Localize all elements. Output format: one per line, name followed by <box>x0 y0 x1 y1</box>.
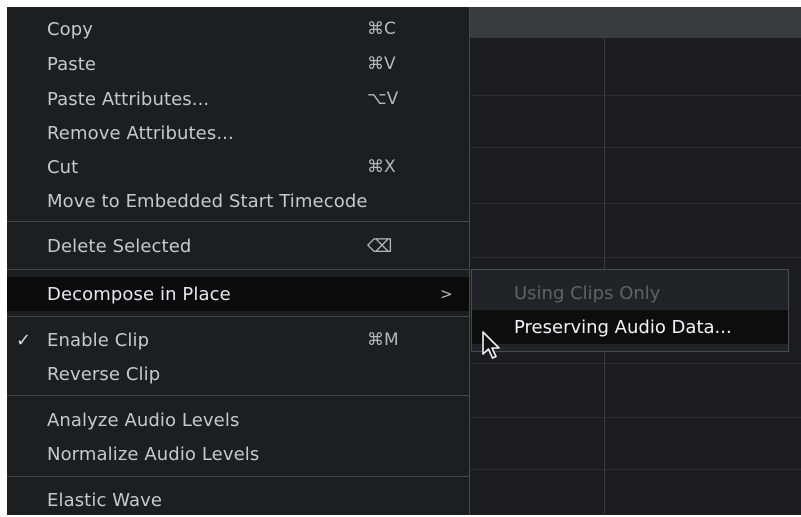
menu-item-label: Reverse Clip <box>47 363 161 385</box>
menu-item-remove-attributes[interactable]: Remove Attributes... <box>7 116 469 150</box>
menu-item-label: Move to Embedded Start Timecode <box>47 190 368 212</box>
menu-item-label: Enable Clip <box>47 329 150 351</box>
menu-item-label: Delete Selected <box>47 235 192 257</box>
grid-line <box>604 7 605 515</box>
menu-item-paste-attributes[interactable]: Paste Attributes... ⌥V <box>7 82 469 116</box>
checkmark-icon: ✓ <box>16 329 32 351</box>
menu-item-elastic-wave[interactable]: Elastic Wave <box>7 483 469 517</box>
submenu-item-using-clips-only: Using Clips Only <box>472 276 788 310</box>
submenu-item-label: Preserving Audio Data... <box>514 317 732 338</box>
menu-item-delete-selected[interactable]: Delete Selected ⌫ <box>7 229 469 263</box>
context-menu: Copy ⌘C Paste ⌘V Paste Attributes... ⌥V … <box>7 7 470 515</box>
menu-item-copy[interactable]: Copy ⌘C <box>7 12 469 46</box>
menu-separator <box>7 269 469 270</box>
delete-key-icon: ⌫ <box>367 235 393 257</box>
menu-item-decompose-in-place[interactable]: Decompose in Place > <box>7 277 469 311</box>
menu-item-shortcut: ⌘V <box>367 54 396 74</box>
menu-item-label: Cut <box>47 156 79 178</box>
menu-item-normalize-audio-levels[interactable]: Normalize Audio Levels <box>7 437 469 471</box>
menu-separator <box>7 476 469 477</box>
chevron-right-icon: > <box>440 285 453 303</box>
menu-item-label: Paste Attributes... <box>47 88 210 110</box>
menu-item-paste[interactable]: Paste ⌘V <box>7 47 469 81</box>
menu-item-label: Copy <box>47 18 94 40</box>
menu-separator <box>7 221 469 222</box>
menu-item-shortcut: ⌘M <box>367 330 399 350</box>
menu-item-label: Paste <box>47 53 97 75</box>
menu-item-shortcut: ⌘C <box>367 19 396 39</box>
menu-separator <box>7 395 469 396</box>
menu-item-shortcut: ⌘X <box>367 157 396 177</box>
menu-item-label: Normalize Audio Levels <box>47 443 260 465</box>
menu-item-reverse-clip[interactable]: Reverse Clip <box>7 357 469 391</box>
menu-item-shortcut: ⌥V <box>367 89 399 109</box>
menu-item-move-to-embedded-start-timecode[interactable]: Move to Embedded Start Timecode <box>7 184 469 218</box>
menu-item-label: Remove Attributes... <box>47 122 234 144</box>
mouse-pointer-icon <box>482 331 500 359</box>
submenu-item-label: Using Clips Only <box>514 283 661 304</box>
menu-item-enable-clip[interactable]: ✓ Enable Clip ⌘M <box>7 323 469 357</box>
menu-separator <box>7 316 469 317</box>
menu-item-cut[interactable]: Cut ⌘X <box>7 150 469 184</box>
menu-item-analyze-audio-levels[interactable]: Analyze Audio Levels <box>7 403 469 437</box>
menu-item-label: Elastic Wave <box>47 489 163 511</box>
menu-item-label: Decompose in Place <box>47 283 231 305</box>
menu-item-label: Analyze Audio Levels <box>47 409 240 431</box>
submenu-item-preserving-audio-data[interactable]: Preserving Audio Data... <box>472 310 788 344</box>
decompose-submenu: Using Clips Only Preserving Audio Data..… <box>471 269 789 352</box>
